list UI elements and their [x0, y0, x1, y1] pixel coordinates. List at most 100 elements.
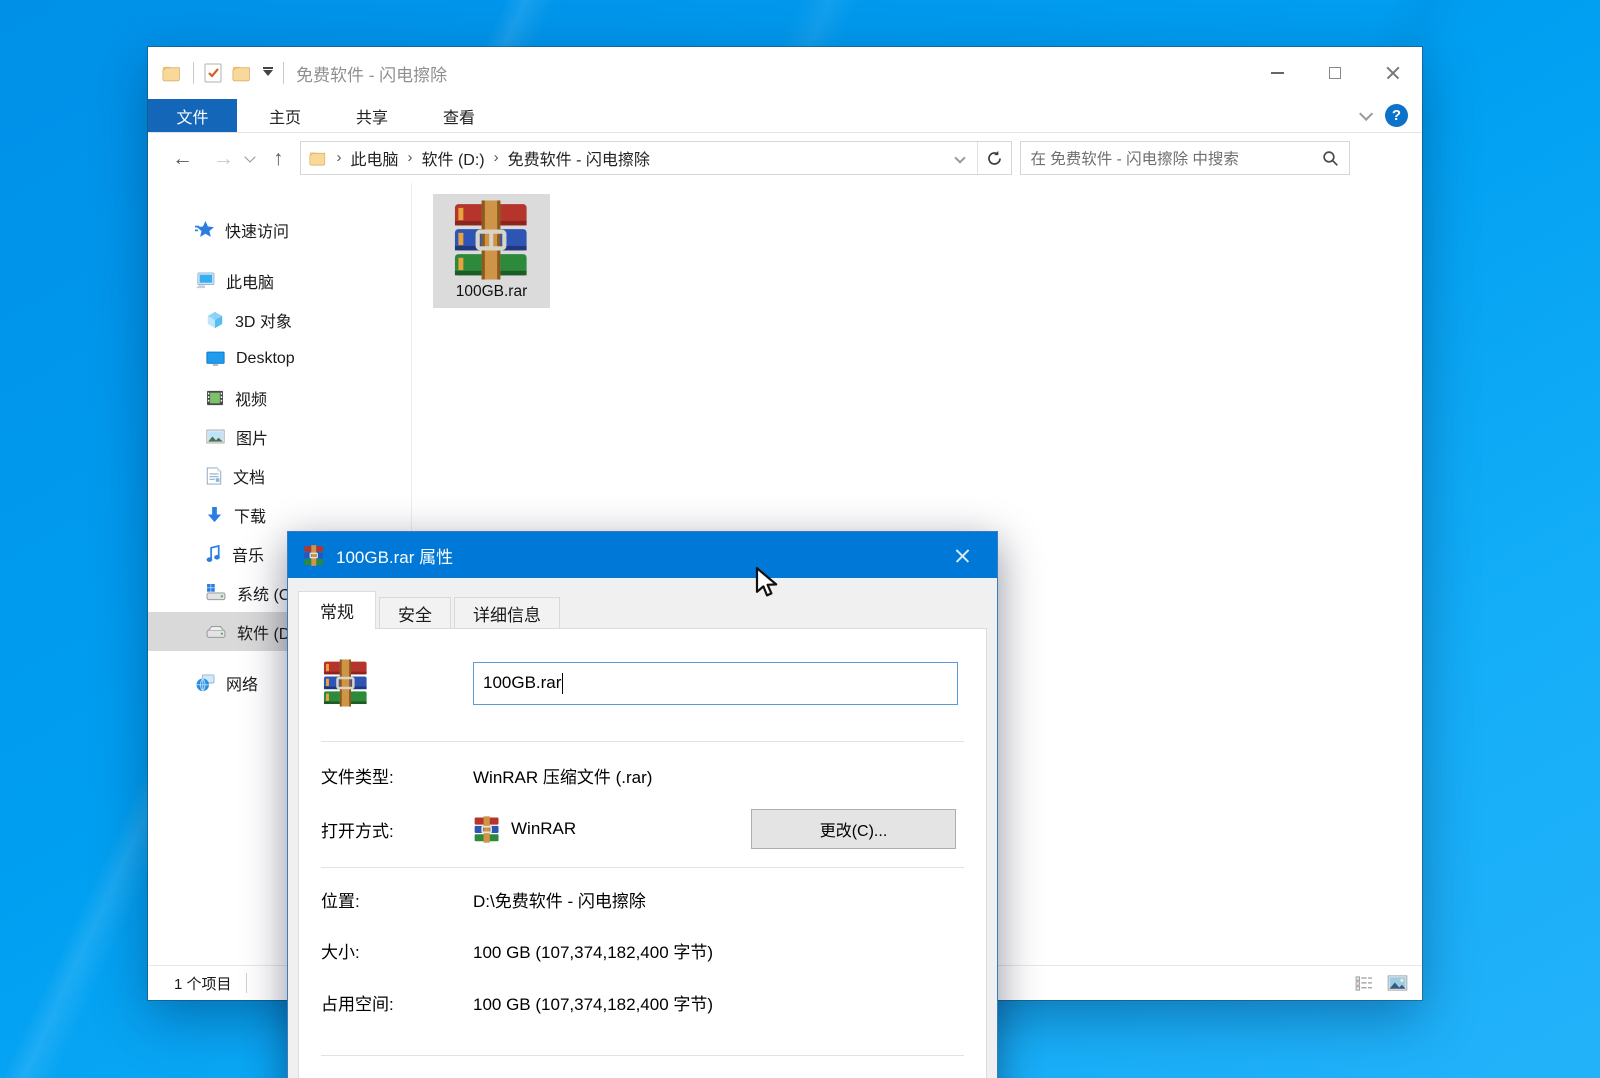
network-globe-icon	[195, 674, 215, 692]
file-type-label: 文件类型:	[321, 763, 473, 788]
search-icon	[1322, 150, 1339, 167]
tab-home[interactable]: 主页	[246, 99, 324, 132]
winrar-app-icon	[473, 816, 501, 843]
downloads-arrow-icon	[206, 506, 223, 524]
search-input[interactable]: 在 免费软件 - 闪电擦除 中搜索	[1020, 141, 1350, 175]
videos-film-icon	[206, 390, 224, 406]
minimize-icon	[1271, 72, 1284, 74]
text-caret	[562, 673, 563, 694]
explorer-app-folder-icon	[162, 64, 183, 82]
toolbar-separator	[193, 62, 194, 84]
sidebar-item-label: 下载	[234, 503, 266, 527]
quick-access-star-icon	[195, 221, 214, 239]
sidebar-item-label: 图片	[236, 425, 268, 449]
ribbon-expand-chevron-icon[interactable]	[1359, 106, 1373, 120]
tab-share[interactable]: 共享	[333, 99, 411, 132]
sidebar-item-label: 快速访问	[225, 218, 289, 242]
tab-file[interactable]: 文件	[148, 99, 237, 132]
recent-locations-chevron-icon[interactable]	[244, 151, 255, 162]
sidebar-item-pictures[interactable]: 图片	[148, 417, 411, 456]
maximize-icon	[1329, 67, 1341, 79]
address-folder-icon	[309, 150, 328, 166]
close-icon	[955, 548, 970, 563]
sidebar-item-documents[interactable]: 文档	[148, 456, 411, 495]
size-value: 100 GB (107,374,182,400 字节)	[473, 938, 713, 963]
dialog-title: 100GB.rar 属性	[336, 543, 453, 568]
dialog-close-button[interactable]	[942, 532, 982, 578]
file-name-label: 100GB.rar	[456, 283, 528, 301]
breadcrumb-current-folder[interactable]: 免费软件 - 闪电擦除	[504, 146, 654, 170]
maximize-button[interactable]	[1306, 47, 1364, 99]
winrar-file-icon	[303, 545, 325, 566]
sidebar-item-3d-objects[interactable]: 3D 对象	[148, 300, 411, 339]
close-button[interactable]	[1364, 47, 1422, 99]
tab-security[interactable]: 安全	[379, 597, 451, 628]
refresh-button[interactable]	[977, 142, 1011, 174]
sidebar-item-quick-access[interactable]: 快速访问	[148, 210, 411, 249]
sidebar-item-desktop[interactable]: Desktop	[148, 339, 411, 378]
documents-page-icon	[206, 467, 222, 485]
section-separator	[321, 1055, 964, 1056]
properties-check-icon[interactable]	[204, 63, 222, 83]
opens-with-value: WinRAR	[511, 819, 576, 839]
help-icon[interactable]: ?	[1385, 104, 1408, 127]
minimize-button[interactable]	[1248, 47, 1306, 99]
file-name-value: 100GB.rar	[483, 673, 561, 693]
dialog-titlebar: 100GB.rar 属性	[288, 532, 997, 578]
dialog-tab-strip: 常规 安全 详细信息	[288, 578, 997, 628]
thumbnails-view-button[interactable]	[1387, 975, 1408, 991]
quick-access-toolbar	[162, 62, 284, 84]
back-button[interactable]: ←	[162, 148, 203, 169]
music-note-icon	[206, 545, 221, 563]
this-pc-monitor-icon	[195, 272, 215, 289]
section-separator	[321, 741, 964, 742]
forward-button[interactable]: →	[203, 148, 244, 169]
navigation-bar: ← → ↑ › 此电脑 › 软件 (D:) › 免费软件 - 闪电擦除	[148, 133, 1422, 183]
size-on-disk-label: 占用空间:	[321, 990, 473, 1015]
address-bar[interactable]: › 此电脑 › 软件 (D:) › 免费软件 - 闪电擦除	[300, 141, 1012, 175]
properties-dialog: 100GB.rar 属性 常规 安全 详细信息	[287, 531, 998, 1078]
sidebar-item-label: 音乐	[232, 542, 264, 566]
window-title: 免费软件 - 闪电擦除	[296, 61, 447, 86]
breadcrumb-drive-d[interactable]: 软件 (D:)	[418, 146, 489, 170]
file-type-value: WinRAR 压缩文件 (.rar)	[473, 763, 652, 788]
tab-view[interactable]: 查看	[420, 99, 498, 132]
new-folder-icon[interactable]	[232, 64, 253, 82]
toolbar-customize-dropdown-icon[interactable]	[263, 70, 273, 76]
sidebar-item-label: 文档	[233, 464, 265, 488]
location-label: 位置:	[321, 887, 473, 912]
search-placeholder-text: 在 免费软件 - 闪电擦除 中搜索	[1031, 147, 1239, 169]
sidebar-item-label: 3D 对象	[235, 308, 292, 332]
general-tab-page: 100GB.rar 文件类型: WinRAR 压缩文件 (.rar) 打开方式:…	[298, 628, 987, 1078]
location-value: D:\免费软件 - 闪电擦除	[473, 887, 646, 912]
breadcrumb-separator: ›	[332, 149, 347, 166]
sidebar-item-this-pc[interactable]: 此电脑	[148, 261, 411, 300]
breadcrumb-this-pc[interactable]: 此电脑	[347, 146, 403, 170]
close-icon	[1386, 66, 1400, 80]
change-button[interactable]: 更改(C)...	[751, 809, 956, 849]
status-separator	[246, 973, 247, 993]
sidebar-item-videos[interactable]: 视频	[148, 378, 411, 417]
breadcrumb-separator: ›	[403, 149, 418, 166]
sidebar-item-label: Desktop	[236, 350, 295, 368]
size-on-disk-value: 100 GB (107,374,182,400 字节)	[473, 990, 713, 1015]
breadcrumb-separator: ›	[489, 149, 504, 166]
file-item-100gb-rar[interactable]: 100GB.rar	[433, 194, 550, 308]
address-dropdown-chevron-icon	[954, 152, 965, 163]
sidebar-item-label: 此电脑	[226, 269, 274, 293]
details-view-button[interactable]	[1355, 976, 1373, 991]
up-button[interactable]: ↑	[263, 148, 294, 169]
winrar-archive-icon	[450, 200, 534, 280]
data-drive-icon	[206, 623, 226, 640]
address-dropdown-button[interactable]	[943, 142, 977, 174]
window-controls	[1248, 47, 1422, 99]
sidebar-item-downloads[interactable]: 下载	[148, 495, 411, 534]
file-name-input[interactable]: 100GB.rar	[473, 662, 958, 705]
tab-general[interactable]: 常规	[298, 591, 376, 629]
sidebar-item-label: 网络	[226, 671, 258, 695]
refresh-icon	[986, 150, 1003, 167]
mouse-cursor	[755, 567, 782, 598]
items-count: 1 个项目	[174, 973, 232, 994]
desktop-monitor-icon	[206, 351, 225, 367]
tab-details[interactable]: 详细信息	[454, 597, 560, 628]
